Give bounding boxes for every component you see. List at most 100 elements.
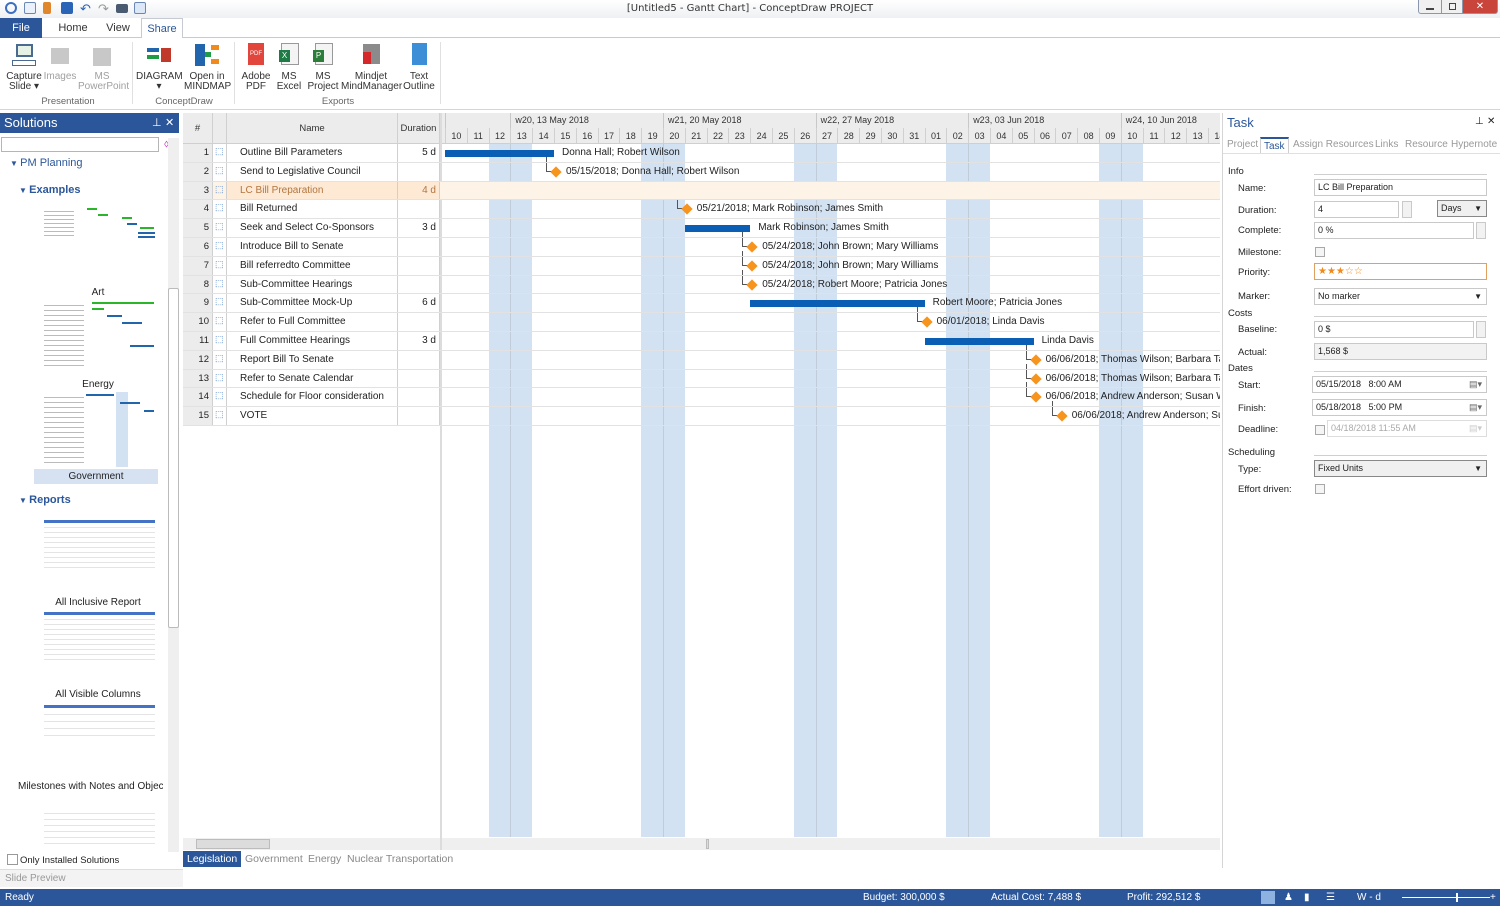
sheet-tab-government[interactable]: Government [241, 851, 307, 867]
table-row[interactable]: 8 ⬚ Sub-Committee Hearings [183, 275, 1220, 295]
thumbnail-all-inclusive-report[interactable] [44, 520, 155, 568]
row-number[interactable]: 9 [183, 294, 213, 313]
task-duration-cell[interactable]: 5 d [398, 144, 440, 162]
table-row[interactable]: 4 ⬚ Bill Returned [183, 200, 1220, 220]
name-field[interactable]: LC Bill Preparation [1314, 179, 1487, 196]
marker-select[interactable]: No marker ▼ [1314, 288, 1487, 305]
calendar-icon[interactable]: ▤▾ [1469, 400, 1482, 415]
text-outline-button[interactable]: Text Outline [401, 42, 437, 92]
task-name-cell[interactable]: Sub-Committee Mock-Up [227, 294, 398, 313]
ms-project-button[interactable]: P MS Project [305, 42, 341, 92]
row-number[interactable]: 8 [183, 275, 213, 294]
thumbnail-all-visible-columns[interactable] [44, 612, 155, 660]
row-number[interactable]: 13 [183, 369, 213, 388]
adobe-pdf-button[interactable]: PDF Adobe PDF [238, 42, 274, 92]
open-in-mindmap-button[interactable]: Open in MINDMAP [184, 42, 231, 92]
column-header-number[interactable]: # [183, 113, 213, 144]
task-name-cell[interactable]: Seek and Select Co-Sponsors [227, 219, 398, 237]
table-row[interactable]: 3 ⬚ LC Bill Preparation 4 d [183, 181, 1220, 201]
row-number[interactable]: 2 [183, 162, 213, 181]
start-date-field[interactable]: 05/15/2018 8:00 AM ▤▾ [1312, 376, 1487, 393]
images-button[interactable]: Images [42, 42, 78, 82]
row-number[interactable]: 12 [183, 350, 213, 369]
calendar-icon[interactable]: ▤▾ [1469, 377, 1482, 392]
task-duration-cell[interactable] [398, 200, 440, 219]
restore-button[interactable] [1441, 0, 1463, 14]
table-row[interactable]: 9 ⬚ Sub-Committee Mock-Up 6 d [183, 294, 1220, 314]
task-duration-cell[interactable] [398, 369, 440, 388]
row-number[interactable]: 6 [183, 238, 213, 256]
milestone-checkbox[interactable] [1315, 247, 1325, 257]
zoom-slider-handle[interactable] [1456, 893, 1458, 902]
ms-powerpoint-button[interactable]: MS PowerPoint [78, 42, 129, 92]
row-number[interactable]: 7 [183, 256, 213, 275]
row-number[interactable]: 5 [183, 219, 213, 237]
row-number[interactable]: 3 [183, 181, 213, 200]
task-duration-cell[interactable]: 3 d [398, 219, 440, 237]
task-name-cell[interactable]: Refer to Full Committee [227, 313, 398, 331]
table-row[interactable]: 6 ⬚ Introduce Bill to Senate [183, 238, 1220, 257]
tree-reports[interactable]: ▼ Reports [19, 494, 71, 506]
row-number[interactable]: 11 [183, 332, 213, 350]
close-icon[interactable]: ✕ [165, 113, 174, 133]
zoom-in-icon[interactable]: + [1490, 889, 1496, 906]
task-name-cell[interactable]: VOTE [227, 407, 398, 425]
pin-icon[interactable]: ⊥ [1475, 116, 1484, 127]
tree-examples[interactable]: ▼ Examples [19, 184, 81, 196]
print-icon[interactable] [116, 4, 128, 13]
only-installed-checkbox[interactable] [7, 854, 18, 865]
task-name-cell[interactable]: LC Bill Preparation [227, 181, 398, 200]
task-name-cell[interactable]: Sub-Committee Hearings [227, 275, 398, 294]
slide-preview-label[interactable]: Slide Preview [5, 873, 66, 884]
baseline-spinner[interactable] [1476, 321, 1486, 338]
panel-tab-links[interactable]: Links [1375, 139, 1398, 150]
task-name-cell[interactable]: Send to Legislative Council [227, 162, 398, 181]
task-name-cell[interactable]: Introduce Bill to Senate [227, 238, 398, 256]
row-number[interactable]: 1 [183, 144, 213, 162]
tab-view[interactable]: View [100, 18, 136, 38]
gantt-view-icon[interactable] [1261, 891, 1275, 904]
grid-hscrollbar[interactable] [183, 838, 440, 850]
tab-file[interactable]: File [0, 18, 42, 38]
task-name-cell[interactable]: Bill referredto Committee [227, 256, 398, 275]
redo-icon[interactable]: ↷ [98, 1, 109, 17]
sheet-tab-legislation[interactable]: Legislation [183, 851, 242, 867]
mindjet-mindmanager-button[interactable]: Mindjet MindManager [341, 42, 402, 92]
task-duration-cell[interactable]: 4 d [398, 181, 440, 200]
task-duration-cell[interactable] [398, 256, 440, 275]
thumbnail-government[interactable] [42, 392, 155, 467]
sheet-tab-energy[interactable]: Energy [304, 851, 345, 867]
effort-driven-checkbox[interactable] [1315, 484, 1325, 494]
app-icon[interactable] [5, 2, 17, 14]
timescale-label[interactable]: W - d [1357, 889, 1381, 906]
diagram-button[interactable]: DIAGRAM ▾ [136, 42, 183, 92]
capture-slide-button[interactable]: Capture Slide ▾ [4, 42, 44, 92]
table-row[interactable]: 13 ⬚ Refer to Senate Calendar [183, 369, 1220, 389]
new-icon[interactable] [24, 2, 36, 14]
row-number[interactable]: 15 [183, 407, 213, 425]
table-row[interactable]: 14 ⬚ Schedule for Floor consideration [183, 388, 1220, 408]
table-row[interactable]: 7 ⬚ Bill referredto Committee [183, 256, 1220, 276]
task-name-cell[interactable]: Full Committee Hearings [227, 332, 398, 350]
thumbnail-milestones[interactable] [44, 705, 155, 738]
column-header-duration[interactable]: Duration [398, 113, 440, 144]
task-duration-cell[interactable] [398, 407, 440, 425]
row-number[interactable]: 14 [183, 388, 213, 407]
row-number[interactable]: 10 [183, 313, 213, 331]
resource-view-icon[interactable]: ♟ [1284, 889, 1293, 906]
task-duration-cell[interactable]: 3 d [398, 332, 440, 350]
row-number[interactable]: 4 [183, 200, 213, 219]
table-row[interactable]: 10 ⬚ Refer to Full Committee [183, 313, 1220, 332]
baseline-field[interactable]: 0 $ [1314, 321, 1474, 338]
table-row[interactable]: 15 ⬚ VOTE [183, 407, 1220, 426]
panel-tab-resource[interactable]: Resource [1405, 139, 1448, 150]
thumbnail-energy[interactable] [42, 300, 155, 372]
task-duration-cell[interactable] [398, 313, 440, 331]
duration-spinner[interactable] [1402, 201, 1412, 218]
close-icon[interactable]: ✕ [1487, 116, 1495, 127]
task-duration-cell[interactable] [398, 388, 440, 407]
task-name-cell[interactable]: Schedule for Floor consideration [227, 388, 398, 407]
task-duration-cell[interactable] [398, 238, 440, 256]
list-view-icon[interactable]: ☰ [1326, 889, 1335, 906]
panel-tab-project[interactable]: Project [1227, 139, 1258, 150]
